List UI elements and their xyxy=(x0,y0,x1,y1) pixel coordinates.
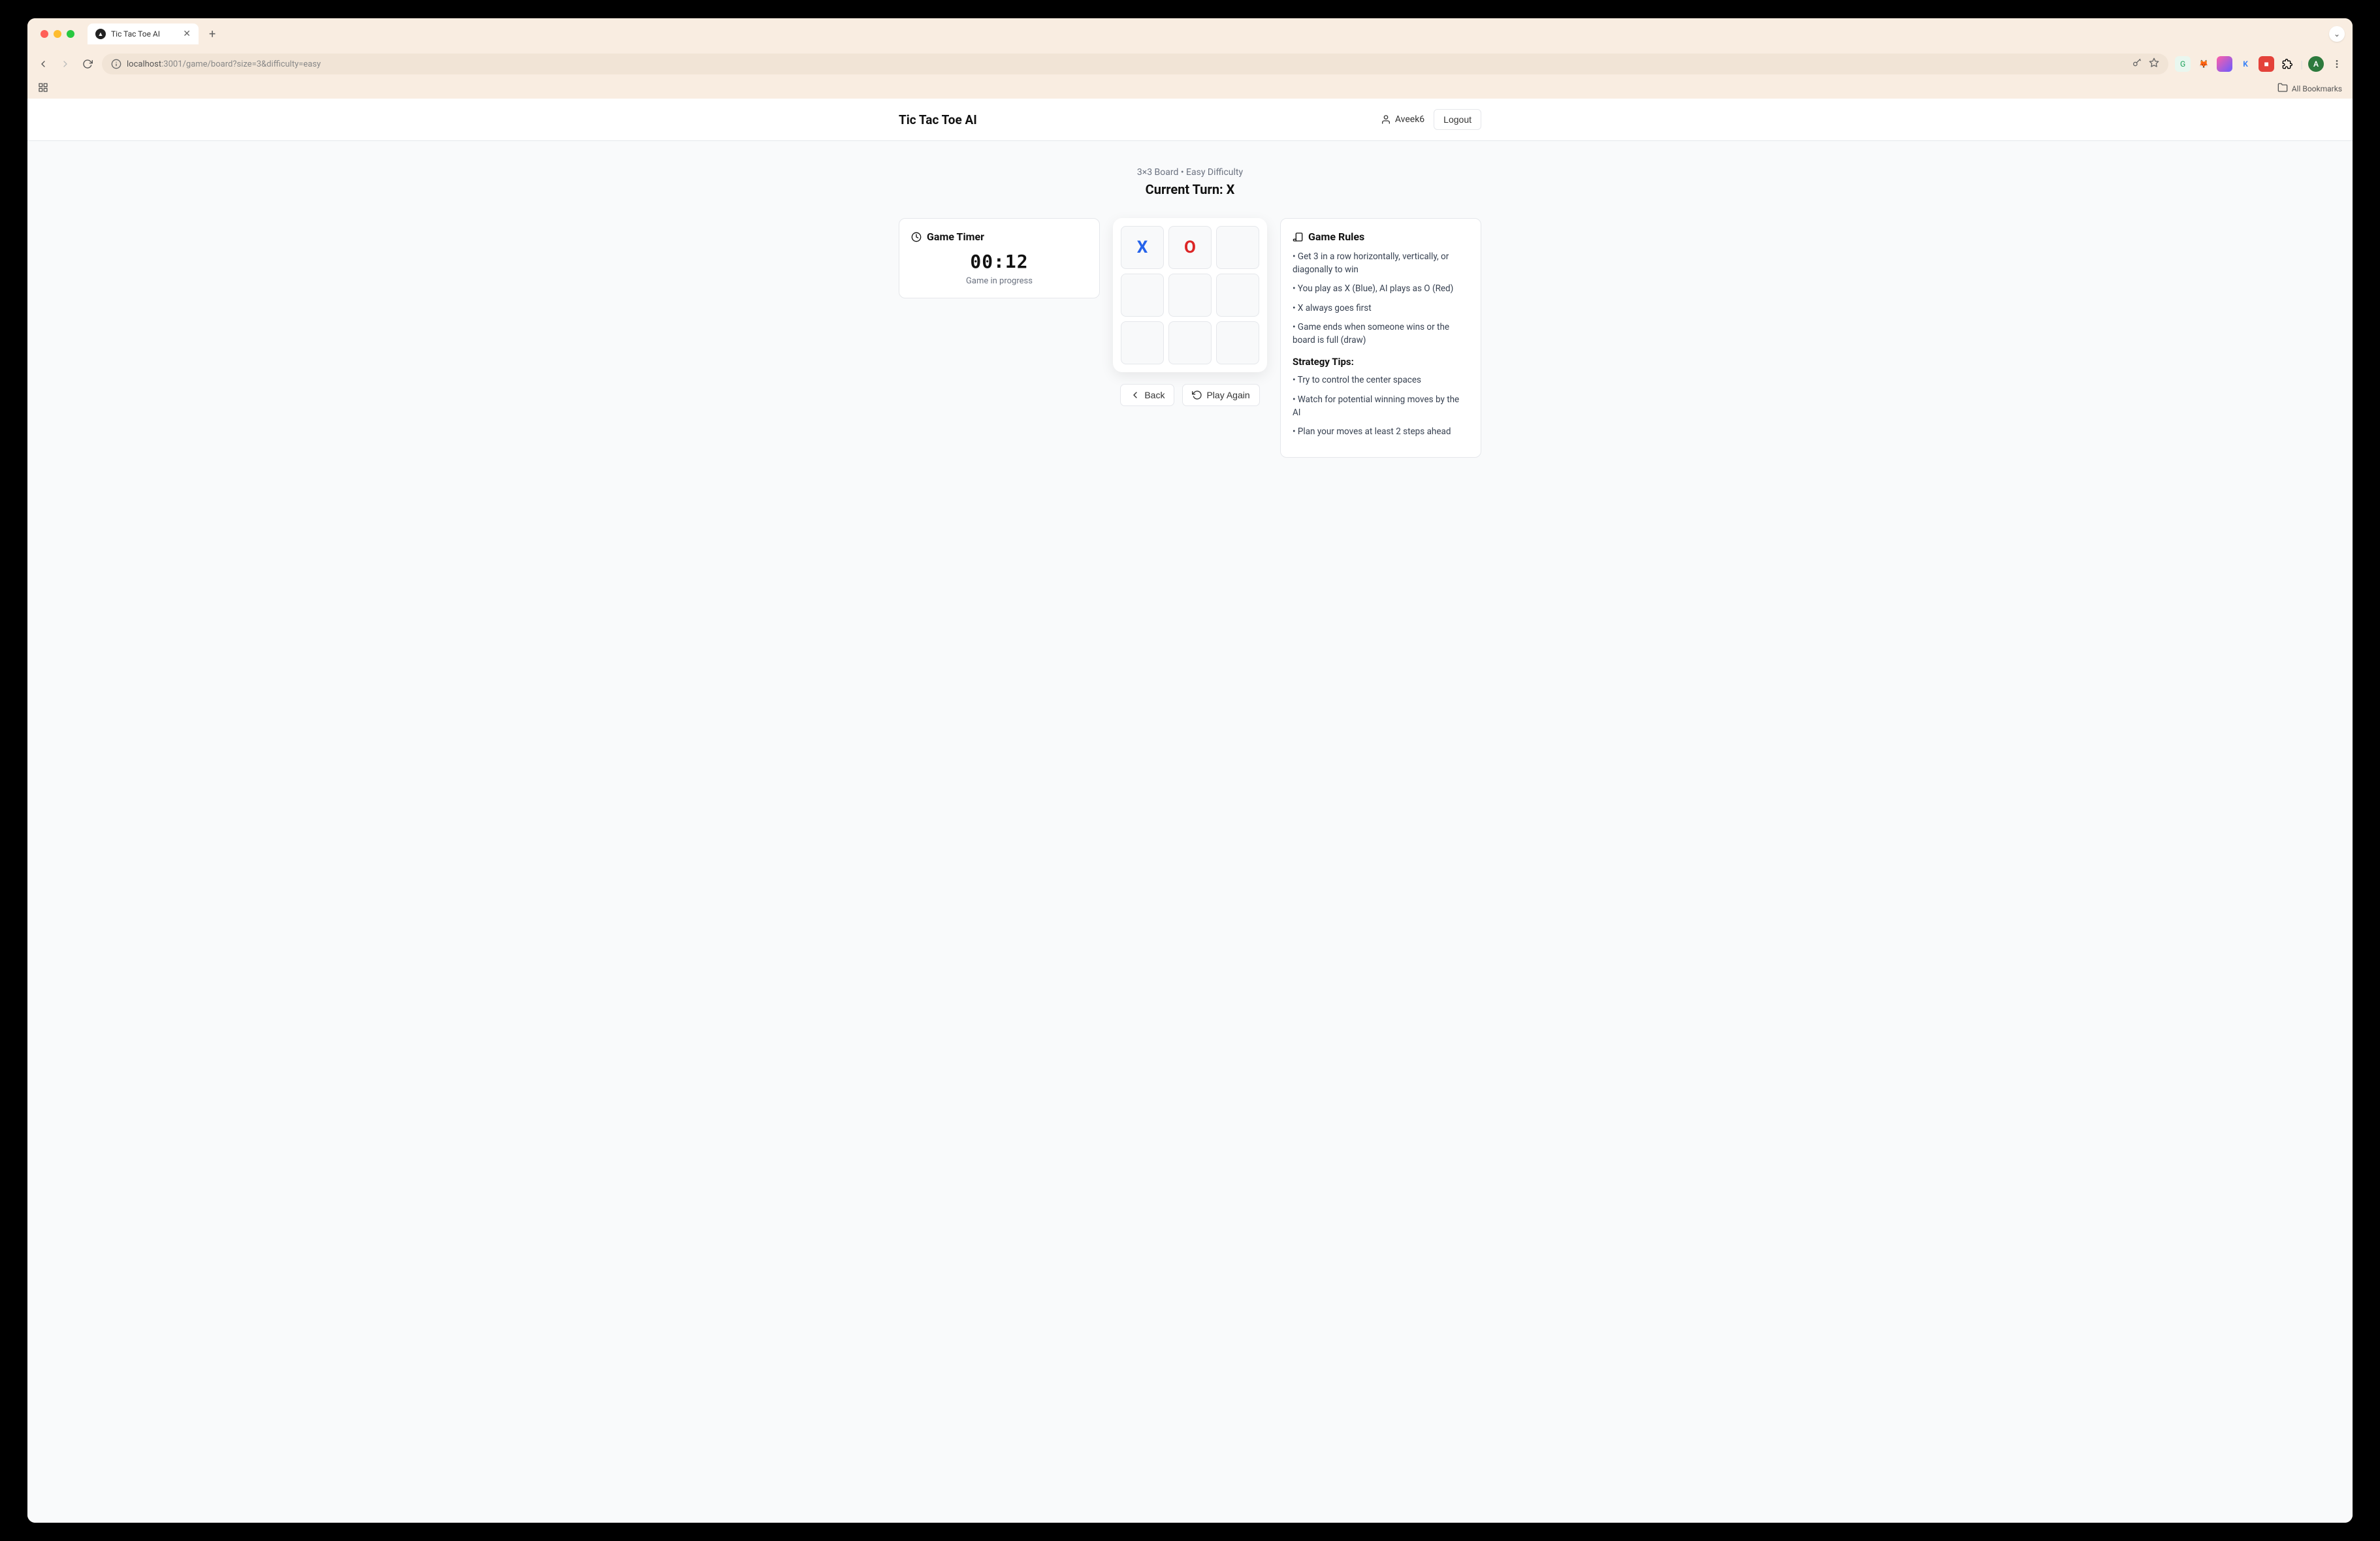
back-nav-button[interactable] xyxy=(35,56,51,72)
extension-icon[interactable]: ■ xyxy=(2259,56,2274,72)
rules-card: Game Rules • Get 3 in a row horizontally… xyxy=(1280,218,1481,458)
password-key-icon[interactable] xyxy=(2132,57,2142,71)
titlebar: ▲ Tic Tac Toe AI ✕ + ⌄ xyxy=(27,18,2353,50)
tab-close-button[interactable]: ✕ xyxy=(183,29,191,39)
board-cell-7[interactable] xyxy=(1168,321,1212,364)
folder-icon xyxy=(2277,82,2288,95)
rule-item: • You play as X (Blue), AI plays as O (R… xyxy=(1293,283,1469,296)
board-cell-8[interactable] xyxy=(1216,321,1259,364)
reload-icon xyxy=(82,59,93,69)
tips-title: Strategy Tips: xyxy=(1293,356,1469,368)
rule-item: • X always goes first xyxy=(1293,302,1469,315)
game-row: Game Timer 00:12 Game in progress X O xyxy=(899,218,1481,458)
forward-nav-button[interactable] xyxy=(57,56,73,72)
play-again-button[interactable]: Play Again xyxy=(1182,384,1259,406)
tab-favicon: ▲ xyxy=(95,29,106,39)
tip-item: • Plan your moves at least 2 steps ahead xyxy=(1293,426,1469,439)
timer-value: 00:12 xyxy=(911,251,1087,272)
board-cell-5[interactable] xyxy=(1216,274,1259,317)
game-board: X O xyxy=(1113,218,1267,372)
back-label: Back xyxy=(1144,390,1165,400)
new-tab-button[interactable]: + xyxy=(204,27,221,41)
window-minimize-button[interactable] xyxy=(54,30,61,38)
rules-list: • Get 3 in a row horizontally, verticall… xyxy=(1293,251,1469,347)
logout-button[interactable]: Logout xyxy=(1434,109,1481,130)
user-area: Aveek6 Logout xyxy=(1381,109,1481,130)
extension-icons: G 🦊 K ■ | A xyxy=(2175,56,2345,72)
rotate-ccw-icon xyxy=(1192,390,1202,400)
username: Aveek6 xyxy=(1395,114,1424,125)
timer-title: Game Timer xyxy=(927,230,984,243)
board-cell-0[interactable]: X xyxy=(1121,226,1164,269)
extension-icon[interactable] xyxy=(2217,56,2232,72)
reload-button[interactable] xyxy=(80,56,95,72)
tabs-dropdown-button[interactable]: ⌄ xyxy=(2329,26,2345,42)
browser-window: ▲ Tic Tac Toe AI ✕ + ⌄ localhost:3001/ga… xyxy=(27,18,2353,1523)
board-column: X O Back xyxy=(1113,218,1267,406)
timer-card: Game Timer 00:12 Game in progress xyxy=(899,218,1100,298)
toolbar: localhost:3001/game/board?size=3&difficu… xyxy=(27,50,2353,78)
clock-icon xyxy=(911,232,922,242)
all-bookmarks-label: All Bookmarks xyxy=(2292,84,2342,93)
extension-icon[interactable]: G xyxy=(2175,56,2191,72)
board-cell-2[interactable] xyxy=(1216,226,1259,269)
board-cell-6[interactable] xyxy=(1121,321,1164,364)
bookmarks-bar: All Bookmarks xyxy=(27,78,2353,99)
back-button[interactable]: Back xyxy=(1120,384,1174,406)
board-cell-4[interactable] xyxy=(1168,274,1212,317)
rule-item: • Game ends when someone wins or the boa… xyxy=(1293,321,1469,347)
tab-title: Tic Tac Toe AI xyxy=(111,29,160,39)
browser-tab[interactable]: ▲ Tic Tac Toe AI ✕ xyxy=(88,24,199,44)
rules-title: Game Rules xyxy=(1308,230,1364,243)
game-area: 3×3 Board • Easy Difficulty Current Turn… xyxy=(896,141,1484,484)
bookmark-star-icon[interactable] xyxy=(2149,57,2159,71)
all-bookmarks-button[interactable]: All Bookmarks xyxy=(2277,82,2342,95)
rule-item: • Get 3 in a row horizontally, verticall… xyxy=(1293,251,1469,276)
window-close-button[interactable] xyxy=(40,30,48,38)
profile-avatar[interactable]: A xyxy=(2308,56,2324,72)
url-host: localhost:3001/game/board?size=3&difficu… xyxy=(127,59,321,69)
extension-icon[interactable]: K xyxy=(2238,56,2253,72)
turn-indicator: Current Turn: X xyxy=(899,182,1481,197)
window-maximize-button[interactable] xyxy=(67,30,74,38)
board-actions: Back Play Again xyxy=(1120,384,1259,406)
browser-menu-button[interactable] xyxy=(2329,56,2345,72)
page-viewport: Tic Tac Toe AI Aveek6 Logout 3×3 Board •… xyxy=(27,99,2353,1523)
traffic-lights xyxy=(35,27,80,40)
extension-icon[interactable]: 🦊 xyxy=(2196,56,2211,72)
arrow-right-icon xyxy=(60,59,71,69)
game-meta: 3×3 Board • Easy Difficulty xyxy=(899,167,1481,178)
chevron-left-icon xyxy=(1130,390,1140,400)
extensions-menu-icon[interactable] xyxy=(2279,56,2295,72)
address-bar[interactable]: localhost:3001/game/board?size=3&difficu… xyxy=(102,54,2168,74)
play-again-label: Play Again xyxy=(1206,390,1249,400)
user-chip: Aveek6 xyxy=(1381,114,1424,125)
apps-grid-icon[interactable] xyxy=(38,82,48,95)
app-header: Tic Tac Toe AI Aveek6 Logout xyxy=(27,99,2353,141)
tips-list: • Try to control the center spaces • Wat… xyxy=(1293,374,1469,438)
timer-status: Game in progress xyxy=(911,276,1087,286)
app-title: Tic Tac Toe AI xyxy=(899,112,977,127)
scroll-icon xyxy=(1293,232,1303,242)
board-cell-1[interactable]: O xyxy=(1168,226,1212,269)
tip-item: • Try to control the center spaces xyxy=(1293,374,1469,387)
board-cell-3[interactable] xyxy=(1121,274,1164,317)
user-icon xyxy=(1381,114,1391,125)
tip-item: • Watch for potential winning moves by t… xyxy=(1293,394,1469,419)
site-info-icon[interactable] xyxy=(111,59,121,69)
arrow-left-icon xyxy=(38,59,48,69)
